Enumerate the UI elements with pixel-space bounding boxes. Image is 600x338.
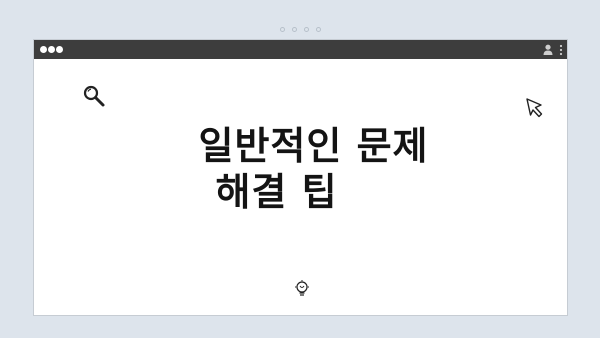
cursor-icon [526, 98, 543, 118]
slide-title-line-1: 일반적인 문제 [198, 124, 429, 168]
browser-window: 일반적인 문제 해결 팁 [33, 39, 568, 316]
search-icon [83, 85, 105, 107]
kebab-menu-icon[interactable] [559, 44, 563, 56]
page-indicator [0, 27, 600, 32]
page-dot[interactable] [291, 27, 297, 32]
page-dot[interactable] [315, 27, 321, 32]
window-control-dot[interactable] [40, 46, 47, 53]
window-control-dot[interactable] [56, 46, 63, 53]
user-icon[interactable] [543, 44, 553, 55]
window-control-dot[interactable] [48, 46, 55, 53]
window-titlebar [34, 40, 567, 59]
page-dot[interactable] [303, 27, 309, 32]
slide-title-line-2: 해결 팁 [215, 170, 338, 214]
lightbulb-icon [295, 280, 309, 296]
page-dot[interactable] [279, 27, 285, 32]
